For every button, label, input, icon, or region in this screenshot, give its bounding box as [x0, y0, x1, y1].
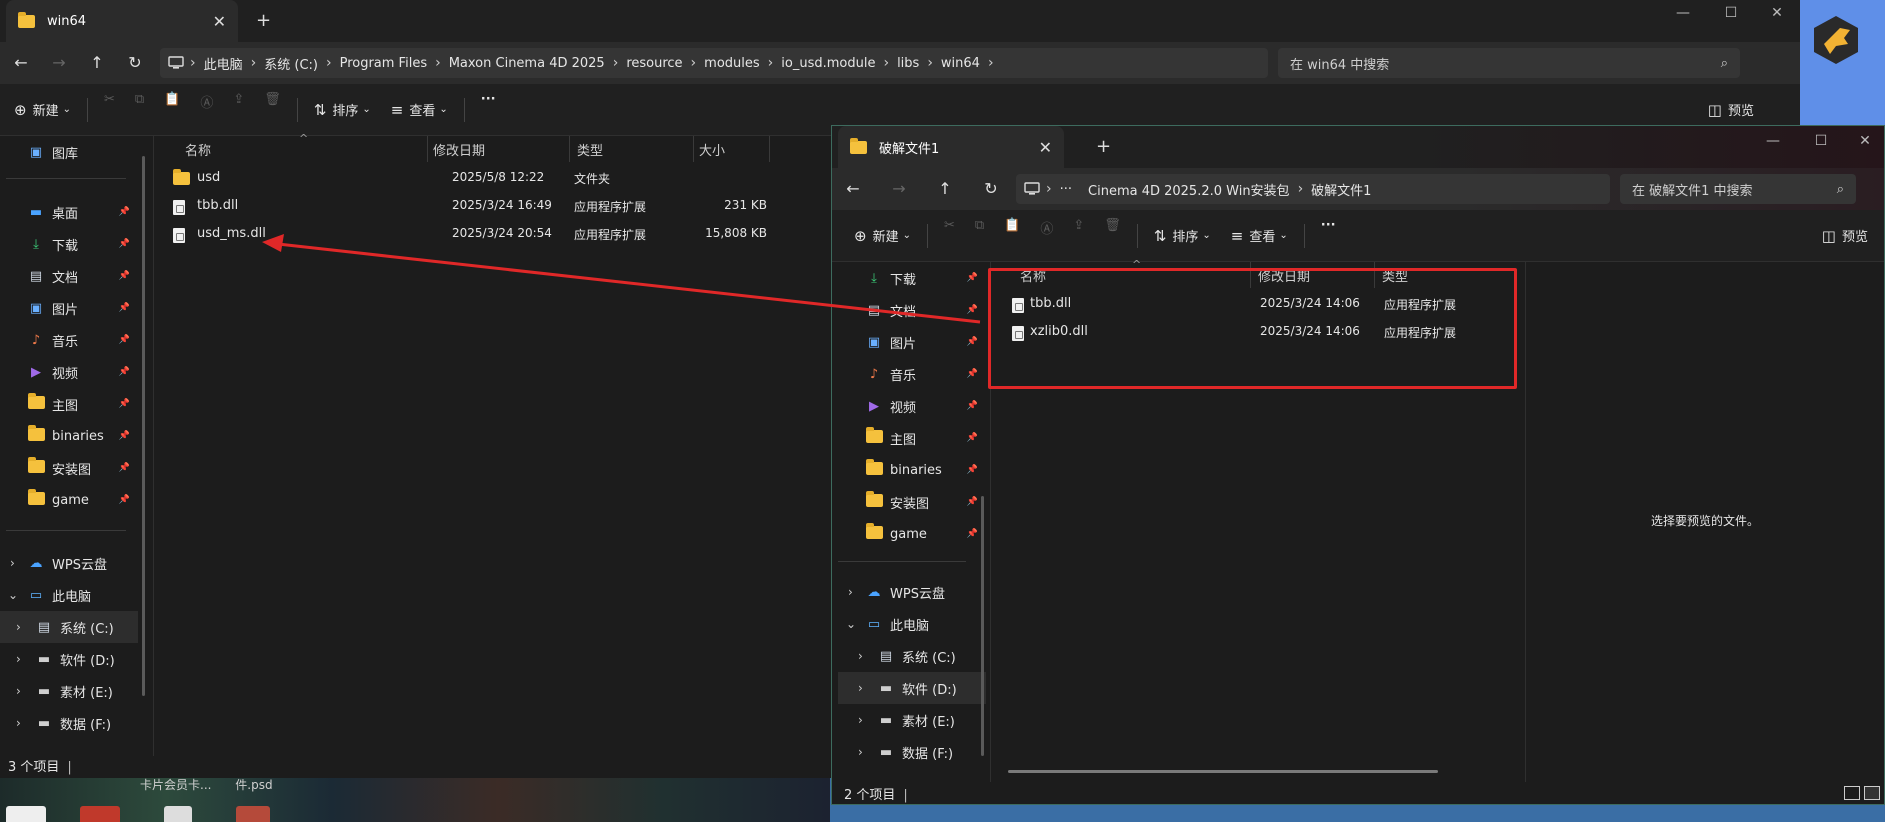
annotation-arrow [262, 234, 981, 324]
